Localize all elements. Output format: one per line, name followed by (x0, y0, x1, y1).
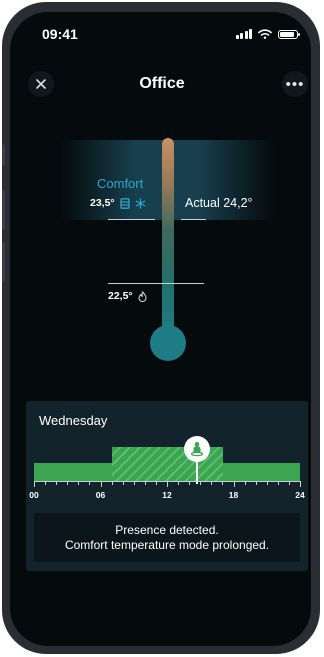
time-axis-tick (178, 481, 179, 485)
comfort-setpoint[interactable]: 23,5° (90, 197, 146, 209)
thermometer-bulb (150, 325, 186, 361)
window-icon (119, 197, 130, 209)
volume-up-button (2, 190, 5, 230)
time-axis-tick (245, 481, 246, 485)
comfort-setpoint-line-left (108, 219, 155, 220)
volume-down-button (2, 242, 5, 282)
time-axis-label: 12 (162, 490, 172, 500)
time-axis-tick (200, 481, 201, 485)
flame-icon (138, 290, 147, 302)
time-axis-label: 00 (29, 490, 39, 500)
time-axis-tick (56, 481, 57, 485)
actual-temperature: Actual 24,2° (185, 196, 253, 210)
presence-message-line1: Presence detected. (115, 522, 219, 537)
time-axis-tick (156, 481, 157, 485)
schedule-day: Wednesday (39, 413, 108, 428)
time-axis-tick (123, 481, 124, 485)
time-axis-tick (34, 481, 35, 487)
time-axis-tick (267, 481, 268, 485)
eco-setpoint[interactable]: 22,5° (108, 290, 147, 302)
time-axis-tick (234, 481, 235, 487)
time-axis-tick (45, 481, 46, 485)
time-axis-tick (67, 481, 68, 485)
mute-switch (2, 144, 5, 166)
time-axis-tick (278, 481, 279, 485)
time-axis-tick (78, 481, 79, 485)
person-icon (190, 442, 204, 457)
time-axis-tick (112, 481, 113, 485)
time-axis-label: 18 (228, 490, 239, 500)
presence-message-line2: Comfort temperature mode prolonged. (64, 537, 270, 552)
more-options-button[interactable]: ••• (282, 71, 308, 97)
snowflake-icon (135, 197, 145, 209)
status-icons (235, 29, 300, 39)
time-axis-tick (189, 481, 190, 485)
time-axis-tick (89, 481, 90, 485)
time-axis-tick (167, 481, 168, 487)
comfort-setpoint-value: 23,5° (90, 197, 115, 209)
time-axis-tick (211, 481, 212, 485)
time-axis-label: 06 (95, 490, 106, 500)
more-icon: ••• (285, 75, 305, 93)
time-axis-tick (256, 481, 257, 485)
thermometer-tube[interactable] (162, 138, 174, 342)
time-axis-tick (101, 481, 102, 487)
time-axis-tick (289, 481, 290, 485)
time-axis-tick (300, 481, 301, 487)
wifi-icon (258, 29, 272, 39)
time-axis-tick (134, 481, 135, 485)
status-time: 09:41 (42, 26, 78, 42)
presence-message: Presence detected. Comfort temperature m… (34, 513, 300, 562)
page-title: Office (139, 75, 185, 92)
signal-icon (235, 29, 252, 39)
battery-icon (278, 30, 300, 39)
eco-setpoint-value: 22,5° (108, 290, 133, 302)
eco-setpoint-line (108, 283, 204, 284)
time-axis-tick (222, 481, 223, 485)
presence-indicator[interactable] (184, 436, 210, 462)
time-axis-tick (145, 481, 146, 485)
comfort-setpoint-line-right (181, 219, 206, 220)
time-axis-label: 24 (295, 490, 305, 500)
comfort-mode-label: Comfort (97, 176, 144, 191)
